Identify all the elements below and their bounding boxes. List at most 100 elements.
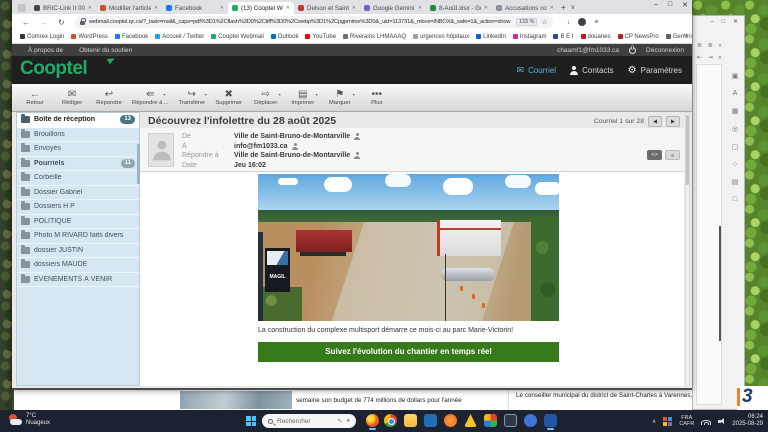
text-view-toggle[interactable]: ≡ — [665, 150, 680, 160]
start-button[interactable] — [246, 416, 256, 426]
nav-item[interactable]: Contacts — [570, 66, 614, 75]
previous-message-button[interactable]: ◀ — [648, 116, 662, 127]
sidebar-rail-icon[interactable]: ▤ — [732, 178, 739, 186]
browser-tab[interactable]: Facebook ✕ — [162, 2, 228, 14]
file-explorer-icon[interactable] — [404, 414, 417, 427]
bookmark-item[interactable]: douanes — [581, 34, 611, 40]
folder-item[interactable]: dossier JUSTIN — [17, 244, 139, 259]
tray-app-icon[interactable] — [663, 417, 672, 426]
folder-item[interactable]: Brouillons — [17, 128, 139, 143]
toolbar-button[interactable]: ↩ ▾ Répondre — [92, 88, 126, 107]
bookmark-item[interactable]: CP NewsPro — [618, 34, 659, 40]
sidebar-rail-icon[interactable]: A — [733, 90, 738, 97]
sidebar-rail-icon[interactable]: ▣ — [732, 72, 739, 80]
taskbar-app-icon[interactable] — [544, 414, 557, 427]
browser-tab[interactable]: 8-Août.xlsx - Google ✕ — [426, 2, 492, 14]
reload-icon[interactable]: ↻ — [58, 18, 65, 27]
minimize-button[interactable]: – — [654, 1, 658, 9]
maximize-button[interactable]: □ — [668, 1, 672, 9]
taskbar-app-icon[interactable] — [424, 414, 437, 427]
sidebar-rail-icon[interactable]: ▢ — [732, 143, 739, 151]
download-icon[interactable]: ↓ — [567, 19, 571, 26]
bookmark-star-icon[interactable]: ☆ — [541, 18, 547, 26]
toolbar-button[interactable]: ⇨ ▾ Déplacer — [249, 88, 283, 107]
tab-close-icon[interactable]: ✕ — [88, 5, 92, 11]
new-tab-button[interactable]: + — [561, 3, 566, 12]
folder-item[interactable]: dossiers MAUDE — [17, 258, 139, 273]
taskbar-clock[interactable]: 06:24 2025-08-29 — [732, 414, 763, 428]
bookmark-item[interactable]: Accueil / Twitter — [155, 34, 204, 40]
browser-tab[interactable]: Google Gemini ✕ — [360, 2, 426, 14]
page-scrollbar[interactable] — [685, 112, 690, 386]
forward-icon[interactable]: → — [40, 18, 48, 27]
toolbar-button[interactable]: ⚑ ▾ Marquer — [323, 88, 357, 107]
add-contact-icon[interactable] — [354, 133, 361, 140]
browser-tab[interactable]: BRIC-Link II 00:01c0 ✕ — [30, 2, 96, 14]
sidebar-rail-icon[interactable]: ◎ — [732, 125, 738, 133]
cta-button[interactable]: Suivez l'évolution du chantier en temps … — [258, 342, 559, 362]
language-indicator[interactable]: FRACAFR — [679, 415, 694, 427]
monitor-app-icon[interactable] — [504, 414, 517, 427]
header-value[interactable]: Ville de Saint-Bruno-de-Montarville — [234, 152, 350, 159]
address-bar[interactable]: webmail.cooptel.qc.ca/?_task=mail&_caps=… — [75, 16, 553, 28]
taskbar-app-icon[interactable] — [444, 414, 457, 427]
tab-close-icon[interactable]: ✕ — [154, 5, 158, 11]
header-value[interactable]: info@fm1033.ca — [234, 143, 288, 150]
tab-overflow-icon[interactable]: ∨ — [571, 4, 575, 11]
bookmark-item[interactable]: LinkedIn — [476, 34, 506, 40]
folder-item[interactable]: POLITIQUE — [17, 215, 139, 230]
tab-close-icon[interactable]: ✕ — [418, 5, 422, 11]
back-icon[interactable]: ← — [22, 18, 30, 27]
about-link[interactable]: À propos de — [28, 47, 63, 54]
folder-item[interactable]: Envoyés — [17, 142, 139, 157]
nav-item[interactable]: ✉ Courriel — [517, 65, 557, 76]
support-link[interactable]: Obtenir du soutien — [79, 47, 132, 54]
add-contact-icon[interactable] — [292, 143, 299, 150]
background-window-controls[interactable]: – □ ✕ — [711, 18, 741, 25]
next-message-button[interactable]: ▶ — [666, 116, 680, 127]
toolbar-button[interactable]: ⇚ ▾ Répondre à ... — [129, 88, 172, 107]
page-zoom-chip[interactable]: 133 % — [516, 18, 538, 26]
bookmark-item[interactable]: Instagram — [513, 34, 547, 40]
bookmark-item[interactable]: Cooptel Webmail — [211, 34, 264, 40]
add-contact-icon[interactable] — [354, 152, 361, 159]
toolbar-button[interactable]: ••• ▾ Plus — [360, 88, 394, 107]
scrollbar-thumb[interactable] — [686, 115, 689, 185]
header-value[interactable]: Ville de Saint-Bruno-de-Montarville — [234, 133, 350, 140]
hidden-icons-chevron[interactable]: ∧ — [652, 418, 656, 425]
folder-item[interactable]: Pourriels 11 — [17, 157, 139, 172]
sidebar-rail-icon[interactable]: ○ — [733, 161, 737, 168]
folder-item[interactable]: Dossier Gabriel — [17, 186, 139, 201]
profile-avatar[interactable] — [578, 18, 586, 26]
office-icon[interactable] — [484, 414, 497, 427]
toolbar-button[interactable]: ✖ ▾ Supprimer — [212, 88, 246, 107]
folder-item[interactable]: ÉVÉNEMENTS À VENIR — [17, 273, 139, 288]
cooptel-logo[interactable]: Cooptel — [20, 58, 87, 80]
bookmark-item[interactable]: Comrex Login — [20, 34, 64, 40]
taskbar-search[interactable]: Rechercher ✎ ● — [262, 414, 356, 428]
chrome-icon[interactable] — [384, 414, 397, 427]
bookmark-item[interactable]: Outlook — [271, 34, 299, 40]
toolbar-button[interactable]: ↪ ▾ Transférer — [175, 88, 209, 107]
taskbar-app-icon[interactable] — [524, 414, 537, 427]
wifi-icon[interactable] — [701, 417, 711, 425]
weather-widget[interactable]: 7°C Nuageux — [8, 413, 50, 427]
volume-icon[interactable] — [718, 418, 725, 425]
bookmark-item[interactable]: YouTube — [305, 34, 336, 40]
header-value[interactable]: Jeu 16:02 — [234, 162, 266, 169]
bookmark-item[interactable]: Facebook — [115, 34, 148, 40]
sidebar-rail-icon[interactable]: □ — [733, 196, 737, 203]
nav-item[interactable]: ⚙ Paramètres — [628, 65, 686, 76]
folder-item[interactable]: Photo M RIVARD faits divers — [17, 229, 139, 244]
sidebar-rail-icon[interactable]: ▦ — [732, 107, 739, 115]
tab-close-icon[interactable]: ✕ — [484, 5, 488, 11]
folder-item[interactable]: Dossiers H P — [17, 200, 139, 215]
url-text[interactable]: webmail.cooptel.qc.ca/?_task=mail&_caps=… — [89, 19, 512, 25]
tab-close-icon[interactable]: ✕ — [286, 5, 290, 11]
browser-tab[interactable]: Accusations contre L... ✕ — [492, 2, 558, 14]
close-button[interactable]: ✕ — [682, 1, 688, 9]
folder-item[interactable]: Boîte de réception 13 — [17, 113, 139, 128]
bookmarks-overflow-icon[interactable]: » — [684, 32, 688, 39]
tab-close-icon[interactable]: ✕ — [220, 5, 224, 11]
toolbar-button[interactable]: ← ▾ Retour — [18, 88, 52, 107]
